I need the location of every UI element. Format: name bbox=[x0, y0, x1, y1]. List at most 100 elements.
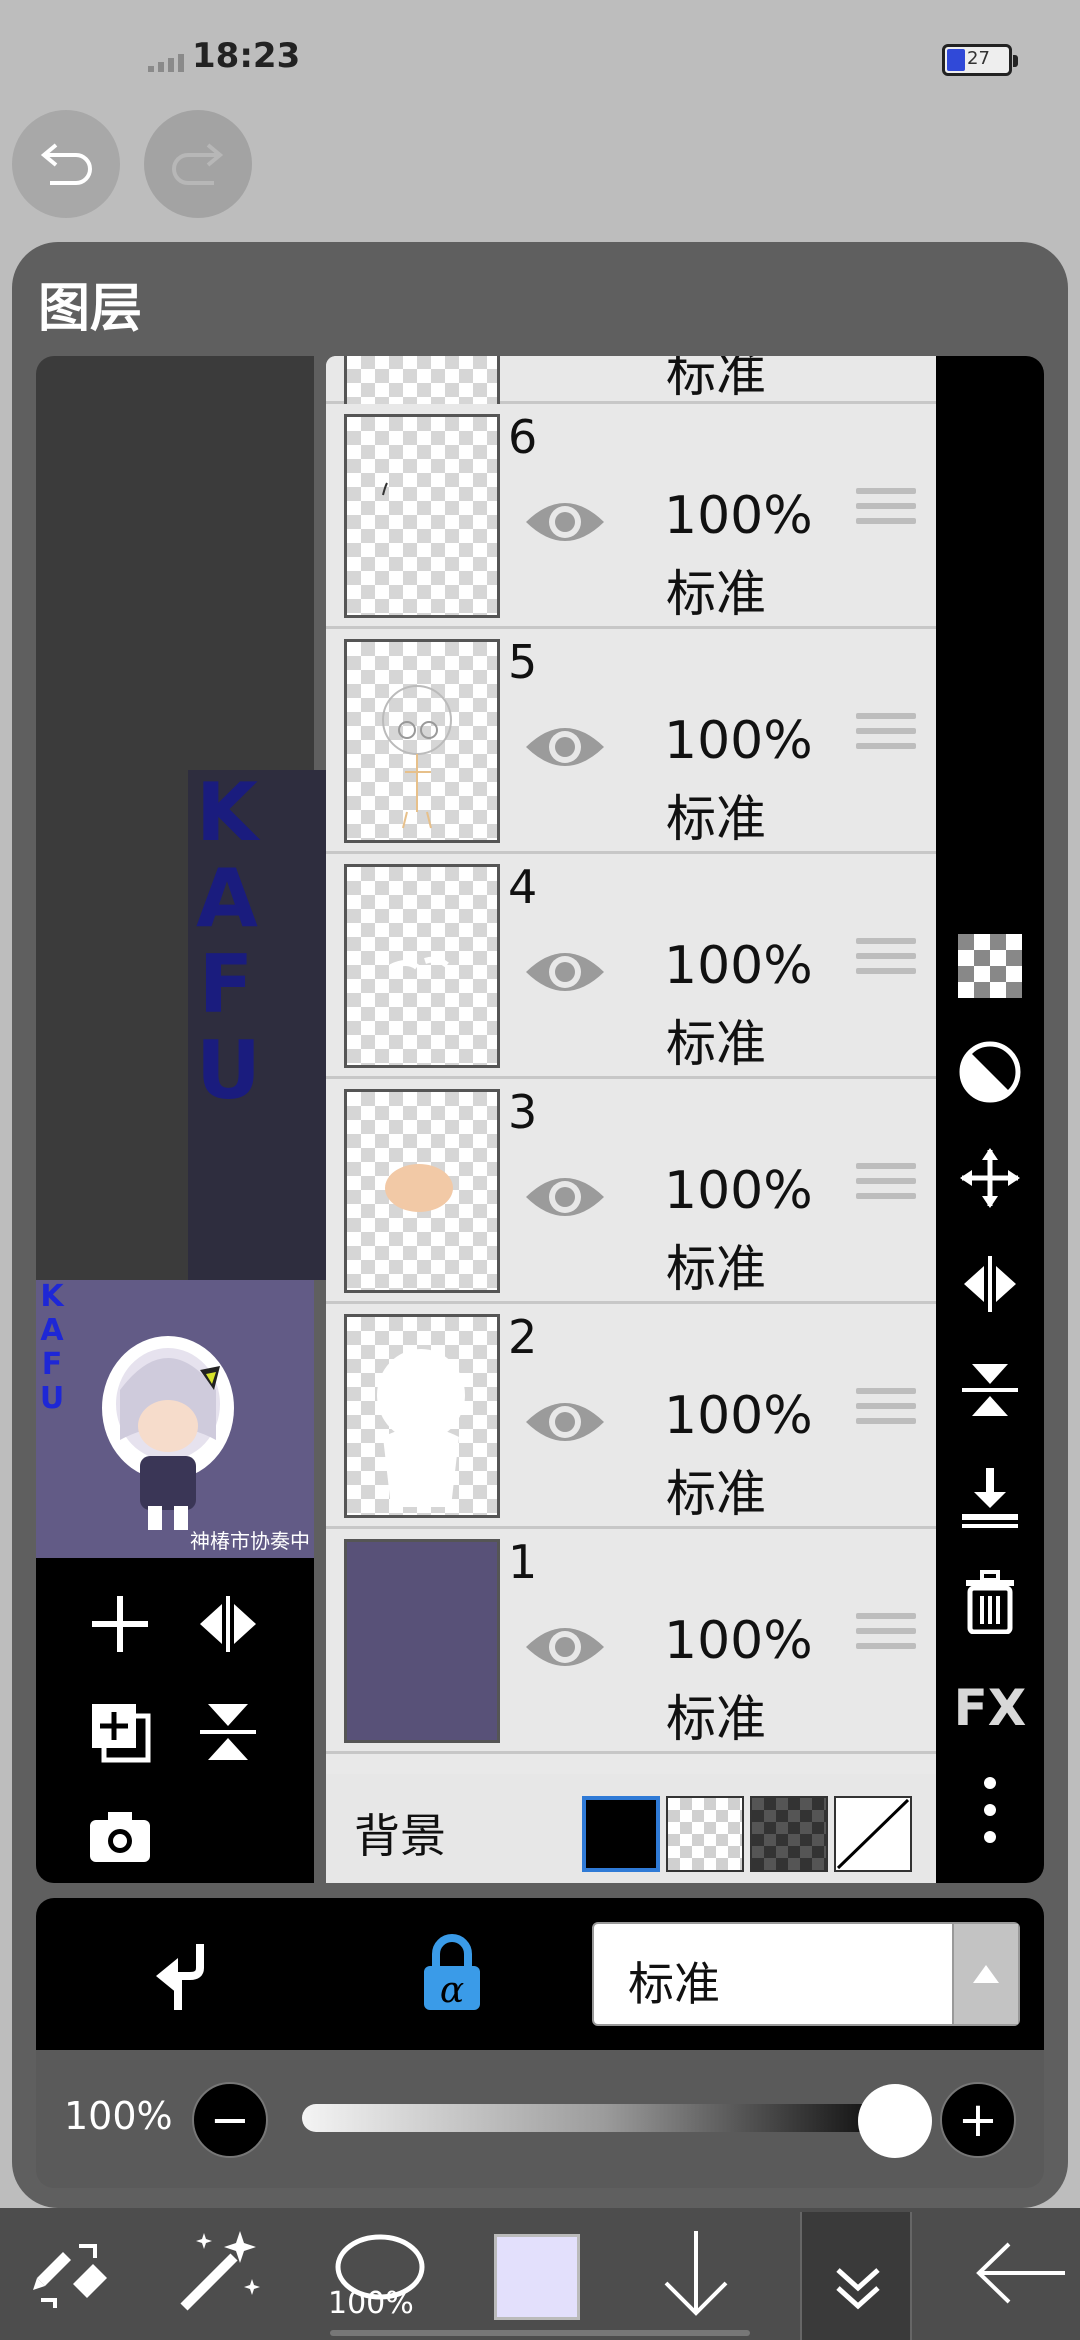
right-toolbar: FX bbox=[936, 356, 1044, 1883]
back-button[interactable] bbox=[966, 2218, 1076, 2328]
drag-handle-icon[interactable] bbox=[856, 713, 916, 761]
drag-handle-icon[interactable] bbox=[856, 1163, 916, 1211]
drag-handle-icon[interactable] bbox=[856, 938, 916, 986]
layer-row[interactable]: 3 100% 标准 bbox=[326, 1079, 936, 1304]
layer-opacity: 100% bbox=[664, 486, 813, 546]
opacity-decrease-button[interactable]: − bbox=[192, 2082, 268, 2158]
move-button[interactable] bbox=[954, 1142, 1026, 1214]
canvas-thumbnail[interactable]: KAFU 神椿市协奏中 bbox=[36, 1280, 314, 1558]
clip-mask-button[interactable] bbox=[954, 1036, 1026, 1108]
layer-thumbnail bbox=[344, 864, 500, 1068]
layer-row[interactable]: 1 100% 标准 bbox=[326, 1529, 936, 1754]
fx-icon[interactable]: FX bbox=[954, 1672, 1027, 1744]
color-swatch[interactable] bbox=[494, 2234, 580, 2320]
tool-switch-button[interactable] bbox=[18, 2218, 118, 2328]
thumbnail-kafu-text: KAFU bbox=[39, 1280, 65, 1416]
home-indicator bbox=[330, 2330, 750, 2336]
layer-blend-mode: 标准 bbox=[666, 790, 766, 848]
flip-horizontal-button[interactable] bbox=[188, 1584, 268, 1664]
clipping-button[interactable] bbox=[140, 1938, 216, 2014]
duplicate-layer-icon bbox=[92, 1704, 151, 1763]
layer-blend-mode: 标准 bbox=[666, 1240, 766, 1298]
layer-row[interactable]: 4 100% 标准 bbox=[326, 854, 936, 1079]
layer-opacity: 100% bbox=[664, 1161, 813, 1221]
blend-mode-select[interactable]: 标准 bbox=[592, 1922, 1020, 2026]
layer-number: 6 bbox=[508, 410, 538, 464]
opacity-slider-handle[interactable] bbox=[858, 2084, 932, 2158]
undo-button[interactable] bbox=[12, 110, 120, 218]
eye-icon[interactable] bbox=[522, 719, 608, 775]
thumbnail-signature: 神椿市协奏中 bbox=[190, 1529, 310, 1553]
flip-horizontal-icon bbox=[964, 1256, 1016, 1312]
background-row: 背景 bbox=[326, 1774, 936, 1883]
alpha-lock-button[interactable]: α bbox=[416, 1934, 488, 2014]
arrow-down-icon bbox=[664, 2231, 728, 2316]
flip-vertical-button[interactable] bbox=[954, 1354, 1026, 1426]
layer-blend-mode: 标准 bbox=[666, 565, 766, 623]
layer-row[interactable]: 2 100% 标准 bbox=[326, 1304, 936, 1529]
chevron-double-down-icon bbox=[836, 2268, 880, 2310]
bg-none-option[interactable] bbox=[834, 1796, 912, 1872]
eye-icon[interactable] bbox=[522, 1619, 608, 1675]
bg-checker-option[interactable] bbox=[666, 1796, 744, 1872]
character-illustration bbox=[102, 1336, 234, 1530]
merge-down-icon bbox=[962, 1468, 1018, 1528]
opacity-label: 100% bbox=[64, 2094, 173, 2138]
layer-list[interactable]: 标准 6 100% 标准 5 100% 标准 4 100% 标准 3 100% … bbox=[326, 356, 936, 1883]
magic-wand-button[interactable] bbox=[168, 2218, 268, 2328]
layer-blend-mode: 标准 bbox=[666, 356, 766, 403]
checker-icon bbox=[958, 934, 1022, 998]
opacity-slider[interactable] bbox=[302, 2104, 908, 2132]
layer-number: 1 bbox=[508, 1535, 538, 1589]
dropdown-arrow-icon[interactable] bbox=[952, 1924, 1018, 2024]
redo-button[interactable] bbox=[144, 110, 252, 218]
transparency-lock-button[interactable] bbox=[954, 930, 1026, 1002]
layer-thumbnail bbox=[344, 639, 500, 843]
opacity-increase-button[interactable]: + bbox=[940, 2082, 1016, 2158]
arrow-left-icon bbox=[976, 2242, 1065, 2304]
layer-row[interactable]: 标准 bbox=[326, 356, 936, 416]
eye-icon[interactable] bbox=[522, 494, 608, 550]
more-options-button[interactable] bbox=[954, 1774, 1026, 1846]
flip-horizontal-icon bbox=[200, 1596, 256, 1652]
layer-number: 5 bbox=[508, 635, 538, 689]
duplicate-layer-button[interactable] bbox=[80, 1692, 160, 1772]
flip-horizontal-button[interactable] bbox=[954, 1248, 1026, 1320]
layer-opacity: 100% bbox=[664, 1386, 813, 1446]
eye-icon[interactable] bbox=[522, 1394, 608, 1450]
drag-handle-icon[interactable] bbox=[856, 1613, 916, 1661]
merge-down-button[interactable] bbox=[954, 1460, 1026, 1532]
layer-blend-mode: 标准 bbox=[666, 1690, 766, 1748]
preview-kafu-text: KAFU bbox=[196, 766, 261, 1117]
layer-number: 3 bbox=[508, 1085, 538, 1139]
eye-icon[interactable] bbox=[522, 1169, 608, 1225]
drag-handle-icon[interactable] bbox=[856, 1388, 916, 1436]
brush-size-label: 100% bbox=[328, 2286, 414, 2321]
layers-panel-button[interactable] bbox=[800, 2212, 912, 2340]
delete-layer-button[interactable] bbox=[954, 1566, 1026, 1638]
layer-opacity: 100% bbox=[664, 1611, 813, 1671]
half-circle-icon bbox=[959, 1041, 1021, 1103]
add-layer-button[interactable] bbox=[80, 1584, 160, 1664]
trash-icon bbox=[966, 1570, 1014, 1634]
redo-icon bbox=[172, 143, 224, 185]
layer-row[interactable]: 6 100% 标准 bbox=[326, 404, 936, 629]
left-toolbar bbox=[36, 1558, 314, 1883]
camera-icon bbox=[90, 1812, 150, 1862]
drag-handle-icon[interactable] bbox=[856, 488, 916, 536]
camera-button[interactable] bbox=[80, 1796, 160, 1876]
move-icon bbox=[960, 1148, 1020, 1208]
layer-row[interactable]: 5 100% 标准 bbox=[326, 629, 936, 854]
layer-thumbnail bbox=[344, 1314, 500, 1518]
undo-icon bbox=[40, 143, 92, 185]
battery-level: 27 bbox=[967, 48, 990, 69]
layer-number: 4 bbox=[508, 860, 538, 914]
bg-dark-checker-option[interactable] bbox=[750, 1796, 828, 1872]
more-icon bbox=[984, 1777, 996, 1843]
bg-black-option[interactable] bbox=[582, 1796, 660, 1872]
eye-icon[interactable] bbox=[522, 944, 608, 1000]
layer-opacity: 100% bbox=[664, 936, 813, 996]
layer-down-button[interactable] bbox=[646, 2218, 746, 2328]
flip-vertical-button[interactable] bbox=[188, 1692, 268, 1772]
battery-icon: 27 bbox=[942, 44, 1018, 76]
